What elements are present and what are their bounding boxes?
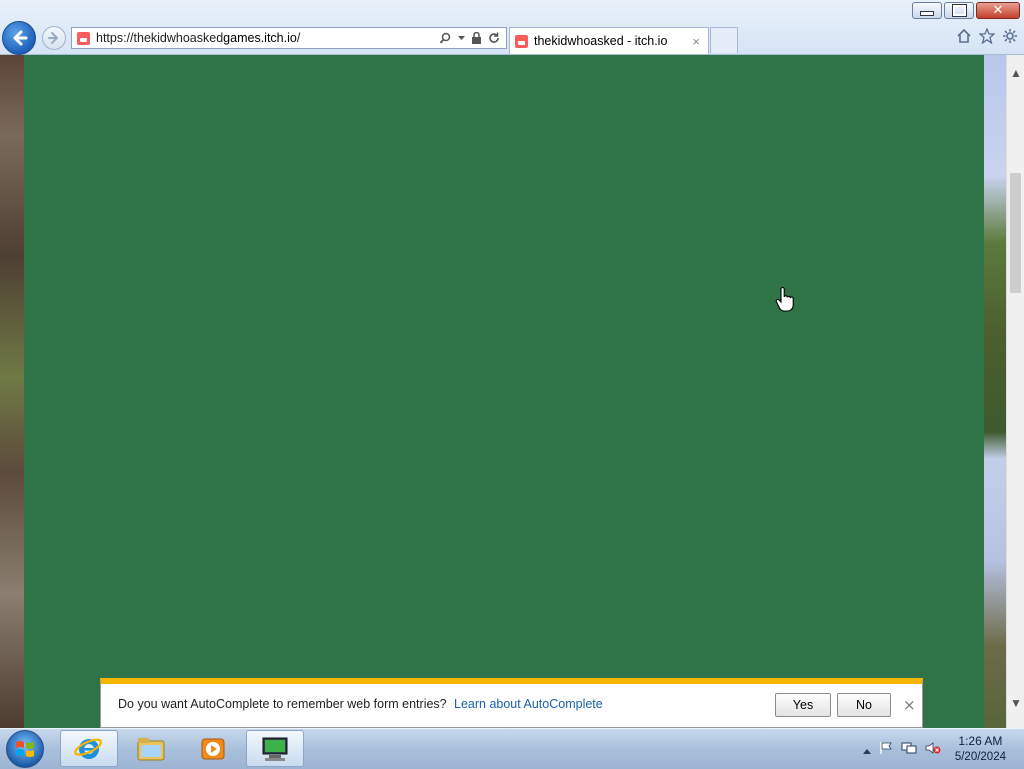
new-tab-button[interactable] [710,27,738,53]
clock-time: 1:26 AM [958,734,1003,748]
notification-close-button[interactable]: × [903,696,916,714]
minimize-icon [920,11,934,16]
close-window-button[interactable]: ✕ [976,2,1020,19]
url-prefix: https://thekidwhoasked [96,31,224,45]
forward-icon [48,32,58,44]
taskbar-computer[interactable] [246,730,304,767]
action-center-button[interactable] [879,741,893,758]
itch-favicon-icon [77,31,90,45]
taskbar-media-player[interactable] [184,730,242,767]
clock-date: 5/20/2024 [954,751,1006,763]
system-clock[interactable]: 1:26 AM 5/20/2024 [955,733,1006,765]
forward-button[interactable] [42,26,66,50]
network-icon [901,742,917,753]
notification-message: Do you want AutoComplete to remember web… [118,697,447,711]
chevron-down-icon[interactable] [458,35,465,41]
computer-icon [262,737,288,761]
restore-button[interactable] [944,2,974,19]
volume-button[interactable] [925,741,941,758]
lock-icon[interactable] [471,32,482,44]
restore-icon [951,4,967,17]
tab-close-button[interactable]: × [692,34,700,49]
page-viewport [0,55,1006,728]
vertical-scrollbar[interactable]: ▲ ▼ [1006,55,1024,728]
toolbar-icons [956,28,1018,44]
gear-icon[interactable] [1002,28,1018,44]
no-button[interactable]: No [837,693,891,717]
background-artwork [984,55,1006,728]
favorites-icon[interactable] [979,28,995,44]
game-canvas[interactable] [24,55,984,728]
show-hidden-icons-button[interactable] [862,742,871,757]
minimize-button[interactable] [912,2,942,19]
window-controls: ✕ [910,2,1020,19]
yes-button[interactable]: Yes [775,693,831,717]
url-text[interactable]: https://thekidwhoaskedgames.itch.io/ [96,31,439,45]
chevron-up-icon [862,748,871,754]
address-bar[interactable]: https://thekidwhoaskedgames.itch.io/ [71,27,507,49]
taskbar-ie[interactable] [60,730,118,767]
volume-muted-icon [925,741,941,754]
close-icon: ✕ [992,3,1004,18]
autocomplete-notification: Do you want AutoComplete to remember web… [100,678,923,728]
taskbar: 1:26 AM 5/20/2024 [0,728,1024,769]
tab-title: thekidwhoasked - itch.io [534,34,668,48]
refresh-icon[interactable] [488,32,500,44]
windows-logo-icon [16,741,34,757]
itch-favicon-icon [515,34,528,48]
tab-itch[interactable]: thekidwhoasked - itch.io × [509,27,709,54]
scroll-thumb[interactable] [1010,173,1021,293]
hand-cursor-icon [775,287,794,312]
learn-autocomplete-link[interactable]: Learn about AutoComplete [454,697,603,711]
browser-chrome: ✕ https://thekidwhoaskedgames.itch.io/ t… [0,0,1024,55]
flag-icon [880,741,892,754]
address-bar-icons [439,32,500,45]
search-icon[interactable] [439,32,452,45]
url-host: games.itch.io [223,31,297,45]
back-button[interactable] [2,21,36,55]
home-icon[interactable] [956,28,972,44]
scroll-down-button[interactable]: ▼ [1009,695,1023,711]
system-tray: 1:26 AM 5/20/2024 [859,729,1024,769]
ie-icon [74,738,103,759]
scroll-up-button[interactable]: ▲ [1009,65,1023,81]
start-button[interactable] [6,730,44,768]
network-button[interactable] [901,741,917,758]
url-suffix: / [296,31,301,45]
back-icon [13,30,28,46]
taskbar-explorer[interactable] [122,730,180,767]
explorer-icon [137,737,165,760]
media-player-icon [201,738,225,759]
